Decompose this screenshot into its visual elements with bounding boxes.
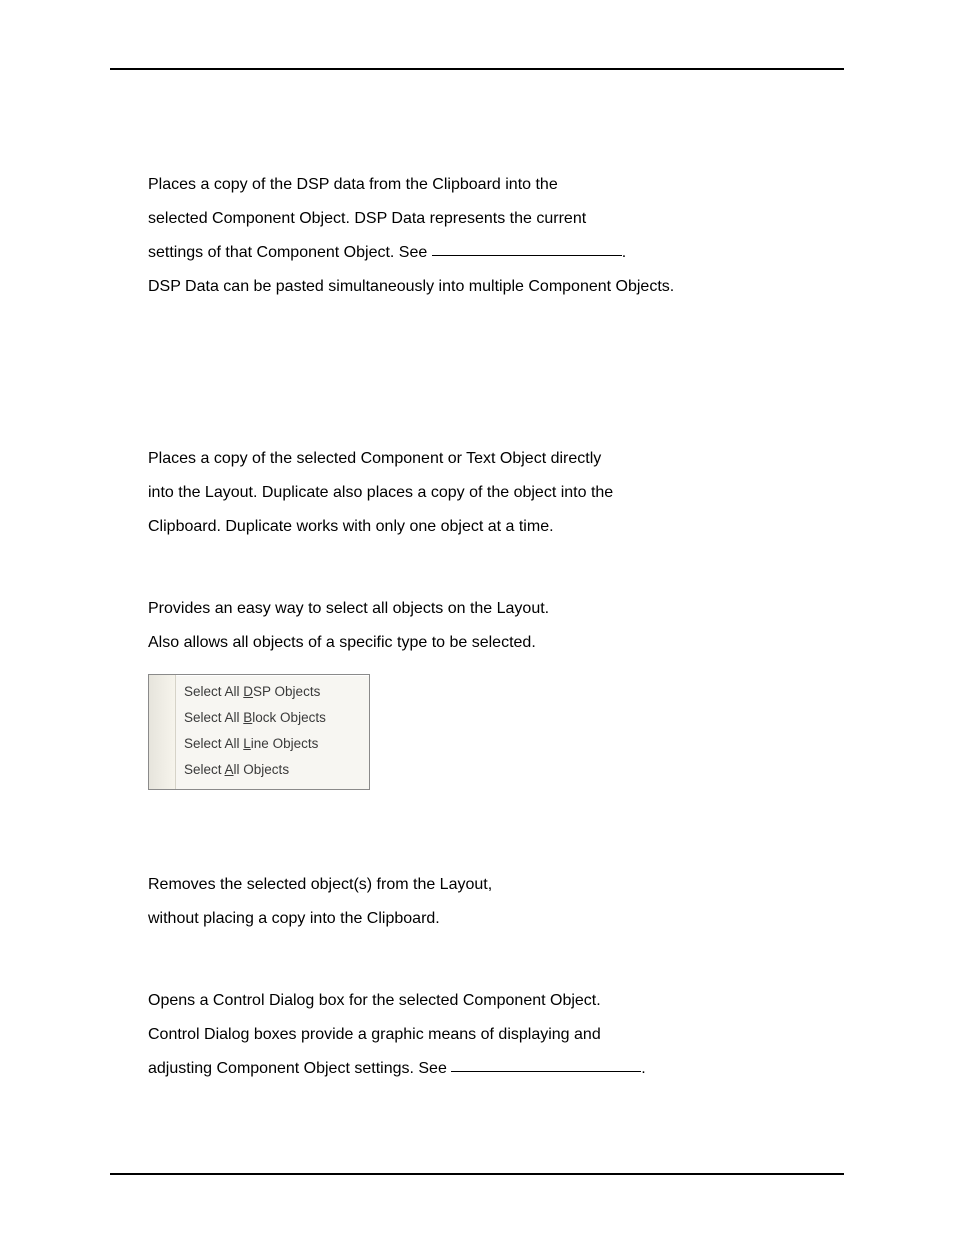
text-line: settings of that Component Object. See . bbox=[148, 236, 806, 270]
paragraph: Removes the selected object(s) from the … bbox=[148, 868, 806, 936]
menu-accelerator: A bbox=[225, 762, 234, 777]
menu-text-pre: Select All bbox=[184, 710, 243, 725]
text-fragment: . bbox=[641, 1060, 645, 1077]
section-duplicate: Places a copy of the selected Component … bbox=[148, 442, 806, 544]
text-line: Control Dialog boxes provide a graphic m… bbox=[148, 1018, 806, 1052]
text-line: Also allows all objects of a specific ty… bbox=[148, 626, 806, 660]
content-area: Places a copy of the DSP data from the C… bbox=[148, 168, 806, 1134]
text-line: without placing a copy into the Clipboar… bbox=[148, 902, 806, 936]
menu-item-select-all-block[interactable]: Select All Block Objects bbox=[184, 705, 359, 731]
menu-text-post: ll Objects bbox=[234, 762, 290, 777]
paragraph: Provides an easy way to select all objec… bbox=[148, 592, 806, 660]
menu-items-list: Select All DSP Objects Select All Block … bbox=[176, 675, 369, 789]
text-line: Opens a Control Dialog box for the selec… bbox=[148, 984, 806, 1018]
text-line: adjusting Component Object settings. See… bbox=[148, 1052, 806, 1086]
text-line: Clipboard. Duplicate works with only one… bbox=[148, 510, 806, 544]
cross-reference-link[interactable] bbox=[432, 255, 622, 256]
section-select-all: Provides an easy way to select all objec… bbox=[148, 592, 806, 790]
text-line: Places a copy of the selected Component … bbox=[148, 442, 806, 476]
text-line: selected Component Object. DSP Data repr… bbox=[148, 202, 806, 236]
select-all-submenu: Select All DSP Objects Select All Block … bbox=[148, 674, 370, 790]
section-control-dialog: Opens a Control Dialog box for the selec… bbox=[148, 984, 806, 1086]
spacer bbox=[148, 352, 806, 442]
text-fragment: settings of that Component Object. See bbox=[148, 244, 432, 261]
menu-text-post: ine Objects bbox=[251, 736, 319, 751]
menu-text-pre: Select All bbox=[184, 684, 243, 699]
text-fragment: adjusting Component Object settings. See bbox=[148, 1060, 451, 1077]
paragraph: Places a copy of the DSP data from the C… bbox=[148, 168, 806, 304]
menu-accelerator: L bbox=[243, 736, 251, 751]
menu-item-select-all-line[interactable]: Select All Line Objects bbox=[184, 731, 359, 757]
menu-accelerator: B bbox=[243, 710, 252, 725]
menu-icon-gutter bbox=[149, 675, 176, 789]
text-fragment: . bbox=[622, 244, 626, 261]
cross-reference-link[interactable] bbox=[451, 1071, 641, 1072]
text-line: into the Layout. Duplicate also places a… bbox=[148, 476, 806, 510]
menu-text-post: SP Objects bbox=[253, 684, 320, 699]
text-line: DSP Data can be pasted simultaneously in… bbox=[148, 270, 806, 304]
menu-item-select-all-dsp[interactable]: Select All DSP Objects bbox=[184, 679, 359, 705]
paragraph: Opens a Control Dialog box for the selec… bbox=[148, 984, 806, 1086]
menu-text-pre: Select All bbox=[184, 736, 243, 751]
menu-text-post: lock Objects bbox=[252, 710, 326, 725]
text-line: Provides an easy way to select all objec… bbox=[148, 592, 806, 626]
paragraph: Places a copy of the selected Component … bbox=[148, 442, 806, 544]
text-line: Removes the selected object(s) from the … bbox=[148, 868, 806, 902]
section-delete: Removes the selected object(s) from the … bbox=[148, 868, 806, 936]
footer-rule bbox=[110, 1173, 844, 1175]
menu-accelerator: D bbox=[243, 684, 253, 699]
menu-text-pre: Select bbox=[184, 762, 225, 777]
document-page: Places a copy of the DSP data from the C… bbox=[0, 0, 954, 1235]
menu-item-select-all-objects[interactable]: Select All Objects bbox=[184, 757, 359, 783]
text-line: Places a copy of the DSP data from the C… bbox=[148, 168, 806, 202]
section-paste-dsp: Places a copy of the DSP data from the C… bbox=[148, 168, 806, 304]
spacer bbox=[148, 838, 806, 868]
header-rule bbox=[110, 68, 844, 70]
